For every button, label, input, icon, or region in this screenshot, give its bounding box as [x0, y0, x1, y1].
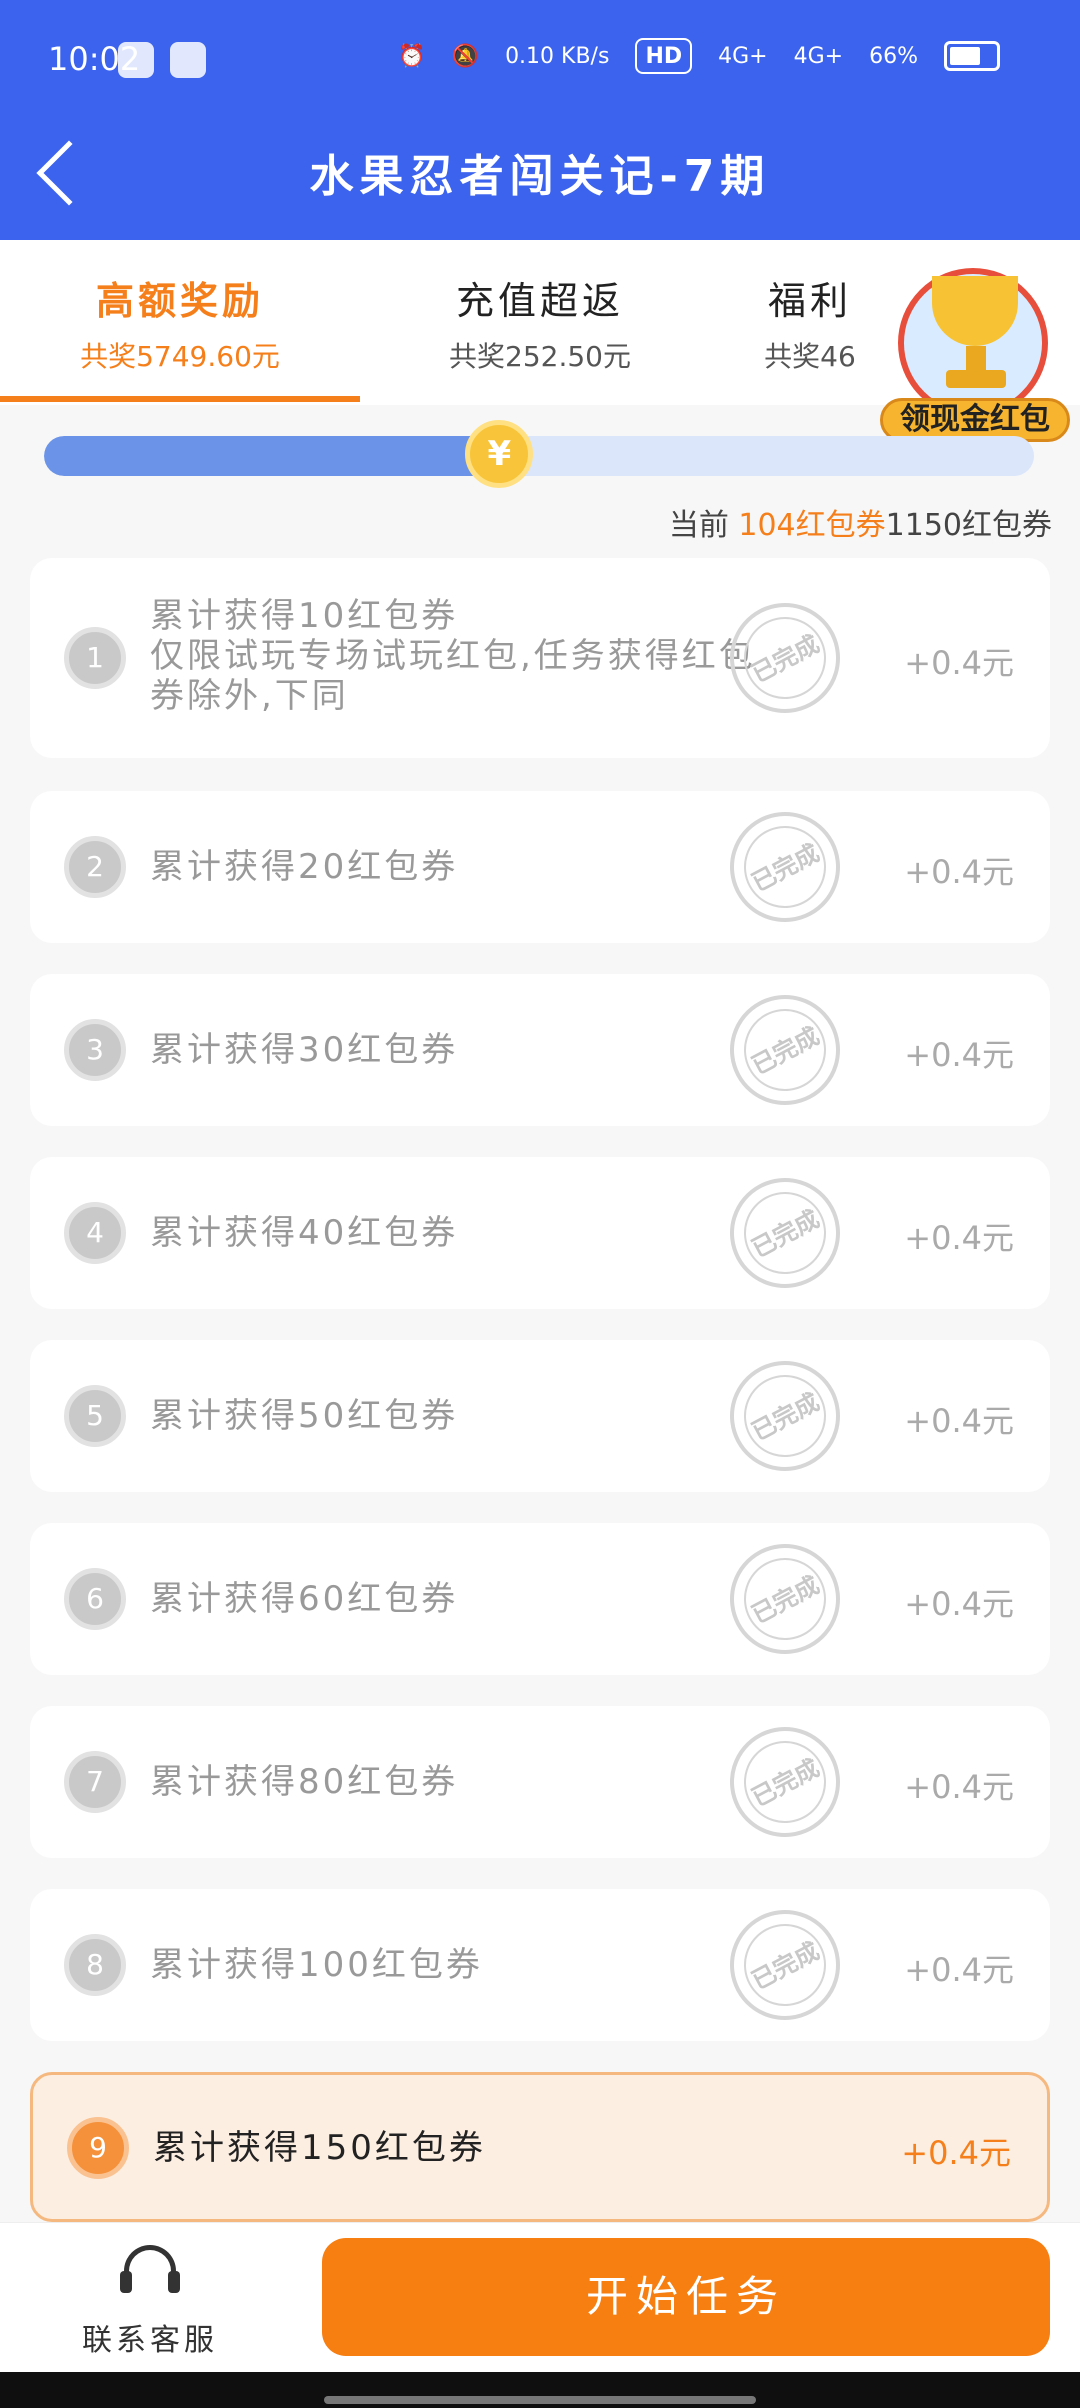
status-right: ⏰ 🔕 0.10 KB/s HD 4G+ 4G+ 66% — [398, 38, 1000, 74]
completed-stamp-icon: 已完成 — [710, 1524, 860, 1674]
task-number: 5 — [64, 1385, 126, 1447]
status-bar: 10:02 ⏰ 🔕 0.10 KB/s HD 4G+ 4G+ 66% — [0, 0, 1080, 120]
progress-fill — [44, 436, 500, 476]
task-item: 2 累计获得20红包券 已完成 +0.4元 — [30, 791, 1050, 943]
task-text: 累计获得80红包券 — [150, 1762, 459, 1802]
completed-stamp-icon: 已完成 — [710, 1707, 860, 1857]
completed-stamp-icon: 已完成 — [710, 1158, 860, 1308]
task-text: 累计获得30红包券 — [150, 1030, 459, 1070]
task-item: 3 累计获得30红包券 已完成 +0.4元 — [30, 974, 1050, 1126]
task-number: 7 — [64, 1751, 126, 1813]
signal-icon: 4G+ — [793, 43, 844, 69]
tab-label: 充值超返 — [455, 279, 624, 323]
task-item: 7 累计获得80红包券 已完成 +0.4元 — [30, 1706, 1050, 1858]
battery-icon — [944, 41, 1000, 71]
completed-stamp-icon: 已完成 — [710, 1890, 860, 2040]
tab-recharge-return[interactable]: 充值超返 共奖252.50元 — [360, 240, 720, 405]
task-reward: +0.4元 — [904, 1585, 1014, 1623]
tab-sub: 共奖252.50元 — [449, 340, 631, 373]
task-item-current[interactable]: 9 累计获得150红包券 +0.4元 — [30, 2072, 1050, 2222]
task-text: 累计获得60红包券 — [150, 1579, 459, 1619]
task-number: 9 — [67, 2117, 129, 2179]
bottom-action-bar: 联系客服 开始任务 — [0, 2222, 1080, 2372]
completed-stamp-icon: 已完成 — [710, 1341, 860, 1491]
task-number: 6 — [64, 1568, 126, 1630]
task-text: 累计获得40红包券 — [150, 1213, 459, 1253]
task-item: 6 累计获得60红包券 已完成 +0.4元 — [30, 1523, 1050, 1675]
tab-sub: 共奖5749.60元 — [80, 340, 280, 373]
task-number: 1 — [64, 627, 126, 689]
task-reward: +0.4元 — [904, 853, 1014, 891]
tab-sub: 共奖46 — [764, 340, 856, 373]
task-item: 4 累计获得40红包券 已完成 +0.4元 — [30, 1157, 1050, 1309]
task-reward: +0.4元 — [904, 1402, 1014, 1440]
tab-high-reward[interactable]: 高额奖励 共奖5749.60元 — [0, 240, 360, 405]
task-number: 8 — [64, 1934, 126, 1996]
yuan-coin-icon: ¥ — [465, 420, 534, 488]
alarm-icon: ⏰ — [398, 43, 426, 69]
completed-stamp-icon: 已完成 — [710, 975, 860, 1125]
start-task-button[interactable]: 开始任务 — [322, 2238, 1050, 2356]
task-description: 仅限试玩专场试玩红包,任务获得红包券除外,下同 — [150, 636, 756, 716]
task-text: 累计获得150红包券 — [153, 2128, 486, 2168]
app-notification-icon — [170, 42, 206, 78]
header-bar: 10:02 ⏰ 🔕 0.10 KB/s HD 4G+ 4G+ 66% 水果忍者闯… — [0, 0, 1080, 240]
task-text: 累计获得50红包券 — [150, 1396, 459, 1436]
progress-target: 1150红包券 — [885, 508, 1052, 543]
task-text: 累计获得100红包券 — [150, 1945, 483, 1985]
task-item: 8 累计获得100红包券 已完成 +0.4元 — [30, 1889, 1050, 2041]
customer-service-label: 联系客服 — [82, 2323, 218, 2358]
completed-stamp-icon: 已完成 — [710, 792, 860, 942]
task-item: 1 累计获得10红包券 仅限试玩专场试玩红包,任务获得红包券除外,下同 已完成 … — [30, 558, 1050, 758]
cash-redpacket-promo[interactable]: 领现金红包 — [880, 250, 1070, 442]
task-reward: +0.4元 — [904, 1951, 1014, 1989]
tab-welfare[interactable]: 福利 共奖46 — [720, 240, 900, 405]
tab-label: 高额奖励 — [95, 279, 264, 323]
progress-bar — [44, 436, 1034, 476]
net-speed: 0.10 KB/s — [505, 43, 610, 69]
headset-icon — [118, 2241, 182, 2301]
task-reward: +0.4元 — [904, 1036, 1014, 1074]
task-reward: +0.4元 — [904, 1768, 1014, 1806]
tab-label: 福利 — [767, 279, 852, 323]
home-indicator[interactable] — [324, 2396, 756, 2404]
progress-prefix: 当前 — [668, 508, 729, 543]
task-text: 累计获得20红包券 — [150, 847, 459, 887]
notification-icons — [118, 42, 206, 78]
system-nav-bar — [0, 2372, 1080, 2408]
battery-percent: 66% — [869, 43, 918, 69]
task-reward: +0.4元 — [901, 2134, 1011, 2172]
mute-icon: 🔕 — [451, 43, 480, 69]
task-reward: +0.4元 — [904, 644, 1014, 682]
progress-text: 当前 104红包券1150红包券 — [669, 500, 1052, 544]
tab-underline — [0, 396, 360, 402]
task-text: 累计获得10红包券 仅限试玩专场试玩红包,任务获得红包券除外,下同 — [150, 596, 756, 716]
task-number: 4 — [64, 1202, 126, 1264]
customer-service-button[interactable]: 联系客服 — [60, 2241, 240, 2359]
task-number: 3 — [64, 1019, 126, 1081]
page-title: 水果忍者闯关记-7期 — [309, 151, 771, 202]
task-item: 5 累计获得50红包券 已完成 +0.4元 — [30, 1340, 1050, 1492]
signal-icon: 4G+ — [718, 43, 768, 69]
app-notification-icon — [118, 42, 154, 78]
hd-icon: HD — [635, 38, 693, 74]
task-number: 2 — [64, 836, 126, 898]
progress-current: 104红包券 — [738, 508, 886, 543]
task-reward: +0.4元 — [904, 1219, 1014, 1257]
